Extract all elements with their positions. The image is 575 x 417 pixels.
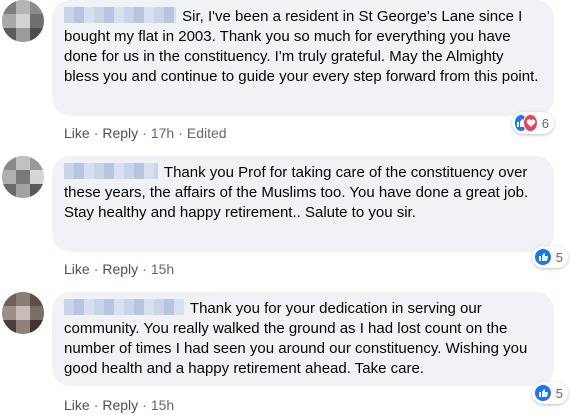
like-icon xyxy=(534,384,552,402)
reaction-count: 5 xyxy=(555,249,563,265)
reaction-summary[interactable]: 5 xyxy=(532,246,568,268)
commenter-name-blurred[interactable] xyxy=(64,7,176,23)
avatar[interactable] xyxy=(2,0,44,42)
comment-actions: Like · Reply · 15h xyxy=(64,261,175,277)
like-button[interactable]: Like xyxy=(64,397,90,413)
reaction-count: 5 xyxy=(555,385,563,401)
edited-label[interactable]: Edited xyxy=(187,125,227,141)
love-icon xyxy=(523,114,538,132)
comment-bubble: Thank you for your dedication in serving… xyxy=(52,292,554,386)
comment-timestamp[interactable]: 17h xyxy=(151,125,174,141)
reaction-summary[interactable]: 5 xyxy=(532,382,568,404)
avatar[interactable] xyxy=(2,292,44,334)
like-icon xyxy=(534,248,552,266)
avatar[interactable] xyxy=(2,156,44,198)
comment-timestamp[interactable]: 15h xyxy=(151,261,174,277)
like-button[interactable]: Like xyxy=(64,261,90,277)
reaction-count: 6 xyxy=(541,115,549,131)
commenter-name-blurred[interactable] xyxy=(64,163,158,179)
reply-button[interactable]: Reply xyxy=(102,125,138,141)
comment-thread: Sir, I've been a resident in St George's… xyxy=(0,0,575,417)
comment-actions: Like · Reply · 15h xyxy=(64,397,175,413)
comment-bubble: Thank you Prof for taking care of the co… xyxy=(52,156,554,252)
comment-actions: Like · Reply · 17h · Edited xyxy=(64,125,227,141)
reaction-summary[interactable]: 6 xyxy=(512,112,554,134)
comment-bubble: Sir, I've been a resident in St George's… xyxy=(52,0,554,116)
reply-button[interactable]: Reply xyxy=(102,397,138,413)
comment-timestamp[interactable]: 15h xyxy=(151,397,174,413)
like-button[interactable]: Like xyxy=(64,125,90,141)
reply-button[interactable]: Reply xyxy=(102,261,138,277)
commenter-name-blurred[interactable] xyxy=(64,299,184,315)
